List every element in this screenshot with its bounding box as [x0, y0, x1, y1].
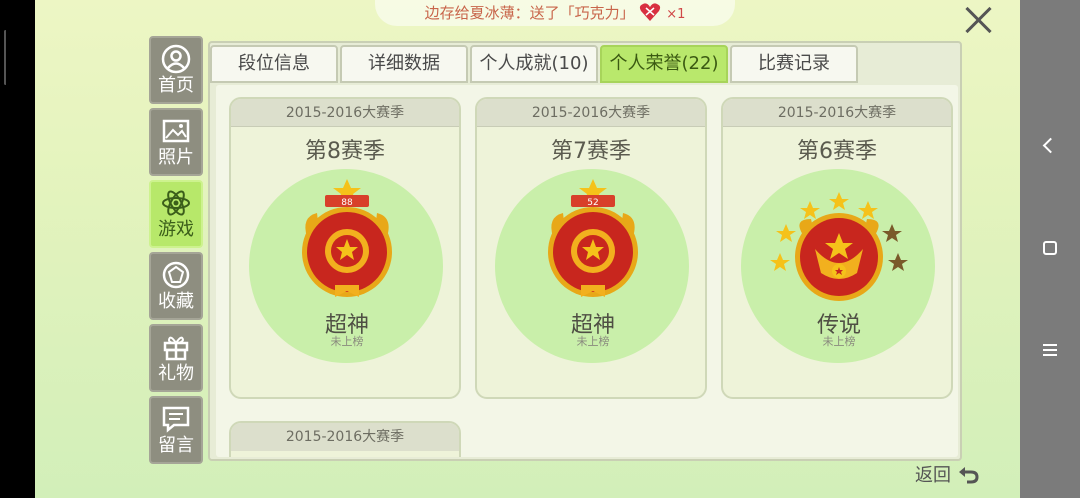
tab-match-history[interactable]: 比赛记录	[730, 45, 858, 83]
sidebar-item-messages[interactable]: 留言	[149, 396, 203, 464]
banner-text: 边存给夏冰薄：送了「巧克力」	[424, 4, 635, 22]
photo-icon	[162, 119, 190, 143]
tab-achievements[interactable]: 个人成就(10)	[470, 45, 598, 83]
sidebar-item-label: 留言	[158, 435, 194, 456]
sidebar-item-label: 游戏	[158, 219, 194, 240]
system-recents-button[interactable]	[1020, 340, 1080, 364]
season-group-label: 2015-2016大赛季	[477, 99, 705, 127]
sidebar-item-home[interactable]: 首页	[149, 36, 203, 104]
edge-notch	[4, 30, 7, 85]
close-button[interactable]	[963, 5, 993, 35]
message-icon	[162, 406, 190, 433]
gem-icon	[162, 261, 190, 289]
app-window: 边存给夏冰薄：送了「巧克力」 ×1 首页 照片 游戏 收藏 礼物 留言 段位信息…	[35, 0, 1020, 498]
sidebar-item-favorites[interactable]: 收藏	[149, 252, 203, 320]
season-group-label: 2015-2016大赛季	[231, 423, 459, 451]
system-edge	[0, 0, 35, 498]
tab-detailed-stats[interactable]: 详细数据	[340, 45, 468, 83]
profile-panel: 段位信息 详细数据 个人成就(10) 个人荣誉(22) 比赛记录 2015-20…	[208, 41, 962, 461]
gift-count: ×1	[666, 7, 686, 22]
sidebar-item-label: 礼物	[158, 363, 194, 384]
honor-card[interactable]: 2015-2016大赛季 第7赛季 52 超神 未上榜	[475, 97, 707, 399]
tab-rank-info[interactable]: 段位信息	[210, 45, 338, 83]
season-group-label: 2015-2016大赛季	[231, 99, 459, 127]
badge-level-number: 52	[587, 198, 598, 208]
system-home-button[interactable]	[1020, 236, 1080, 260]
superlegend-badge-icon: 88	[302, 179, 392, 297]
sidebar-item-label: 首页	[158, 75, 194, 96]
atom-icon	[162, 190, 190, 216]
system-navigation-bar	[1020, 0, 1080, 498]
tab-honors[interactable]: 个人荣誉(22)	[600, 45, 728, 83]
sidebar-item-label: 收藏	[158, 291, 194, 312]
chevron-left-icon	[1042, 137, 1058, 154]
season-label: 第7赛季	[551, 139, 631, 164]
leaderboard-status: 未上榜	[576, 335, 610, 348]
return-arrow-icon	[958, 467, 979, 484]
gift-broadcast-banner: 边存给夏冰薄：送了「巧克力」 ×1	[375, 0, 735, 26]
legend-badge-icon	[770, 192, 908, 301]
sidebar-item-games[interactable]: 游戏	[149, 180, 203, 248]
sidebar-item-photos[interactable]: 照片	[149, 108, 203, 176]
badge-level-number: 88	[341, 198, 353, 208]
leaderboard-status: 未上榜	[330, 335, 364, 348]
honor-card[interactable]: 2015-2016大赛季 第6赛季 传说 未上榜	[721, 97, 953, 399]
square-icon	[1043, 241, 1057, 255]
sidebar-item-gifts[interactable]: 礼物	[149, 324, 203, 392]
leaderboard-status: 未上榜	[822, 335, 856, 348]
gift-icon	[163, 336, 189, 361]
season-label: 第8赛季	[305, 139, 385, 164]
sidebar-item-label: 照片	[158, 147, 194, 168]
sidebar: 首页 照片 游戏 收藏 礼物 留言	[149, 36, 203, 468]
avatar-icon	[161, 44, 191, 74]
season-label: 第6赛季	[797, 139, 877, 164]
honors-list: 2015-2016大赛季 第8赛季 88 超神 未上榜 2015-2016大赛季…	[216, 85, 958, 457]
system-back-button[interactable]	[1020, 132, 1080, 156]
superlegend-badge-icon: 52	[548, 179, 638, 297]
menu-icon	[1043, 341, 1057, 359]
chocolate-heart-icon	[640, 3, 661, 21]
back-label: 返回	[915, 465, 951, 486]
honor-card[interactable]: 2015-2016大赛季	[229, 421, 461, 457]
honor-card[interactable]: 2015-2016大赛季 第8赛季 88 超神 未上榜	[229, 97, 461, 399]
season-group-label: 2015-2016大赛季	[723, 99, 951, 127]
back-button[interactable]: 返回	[915, 462, 985, 490]
